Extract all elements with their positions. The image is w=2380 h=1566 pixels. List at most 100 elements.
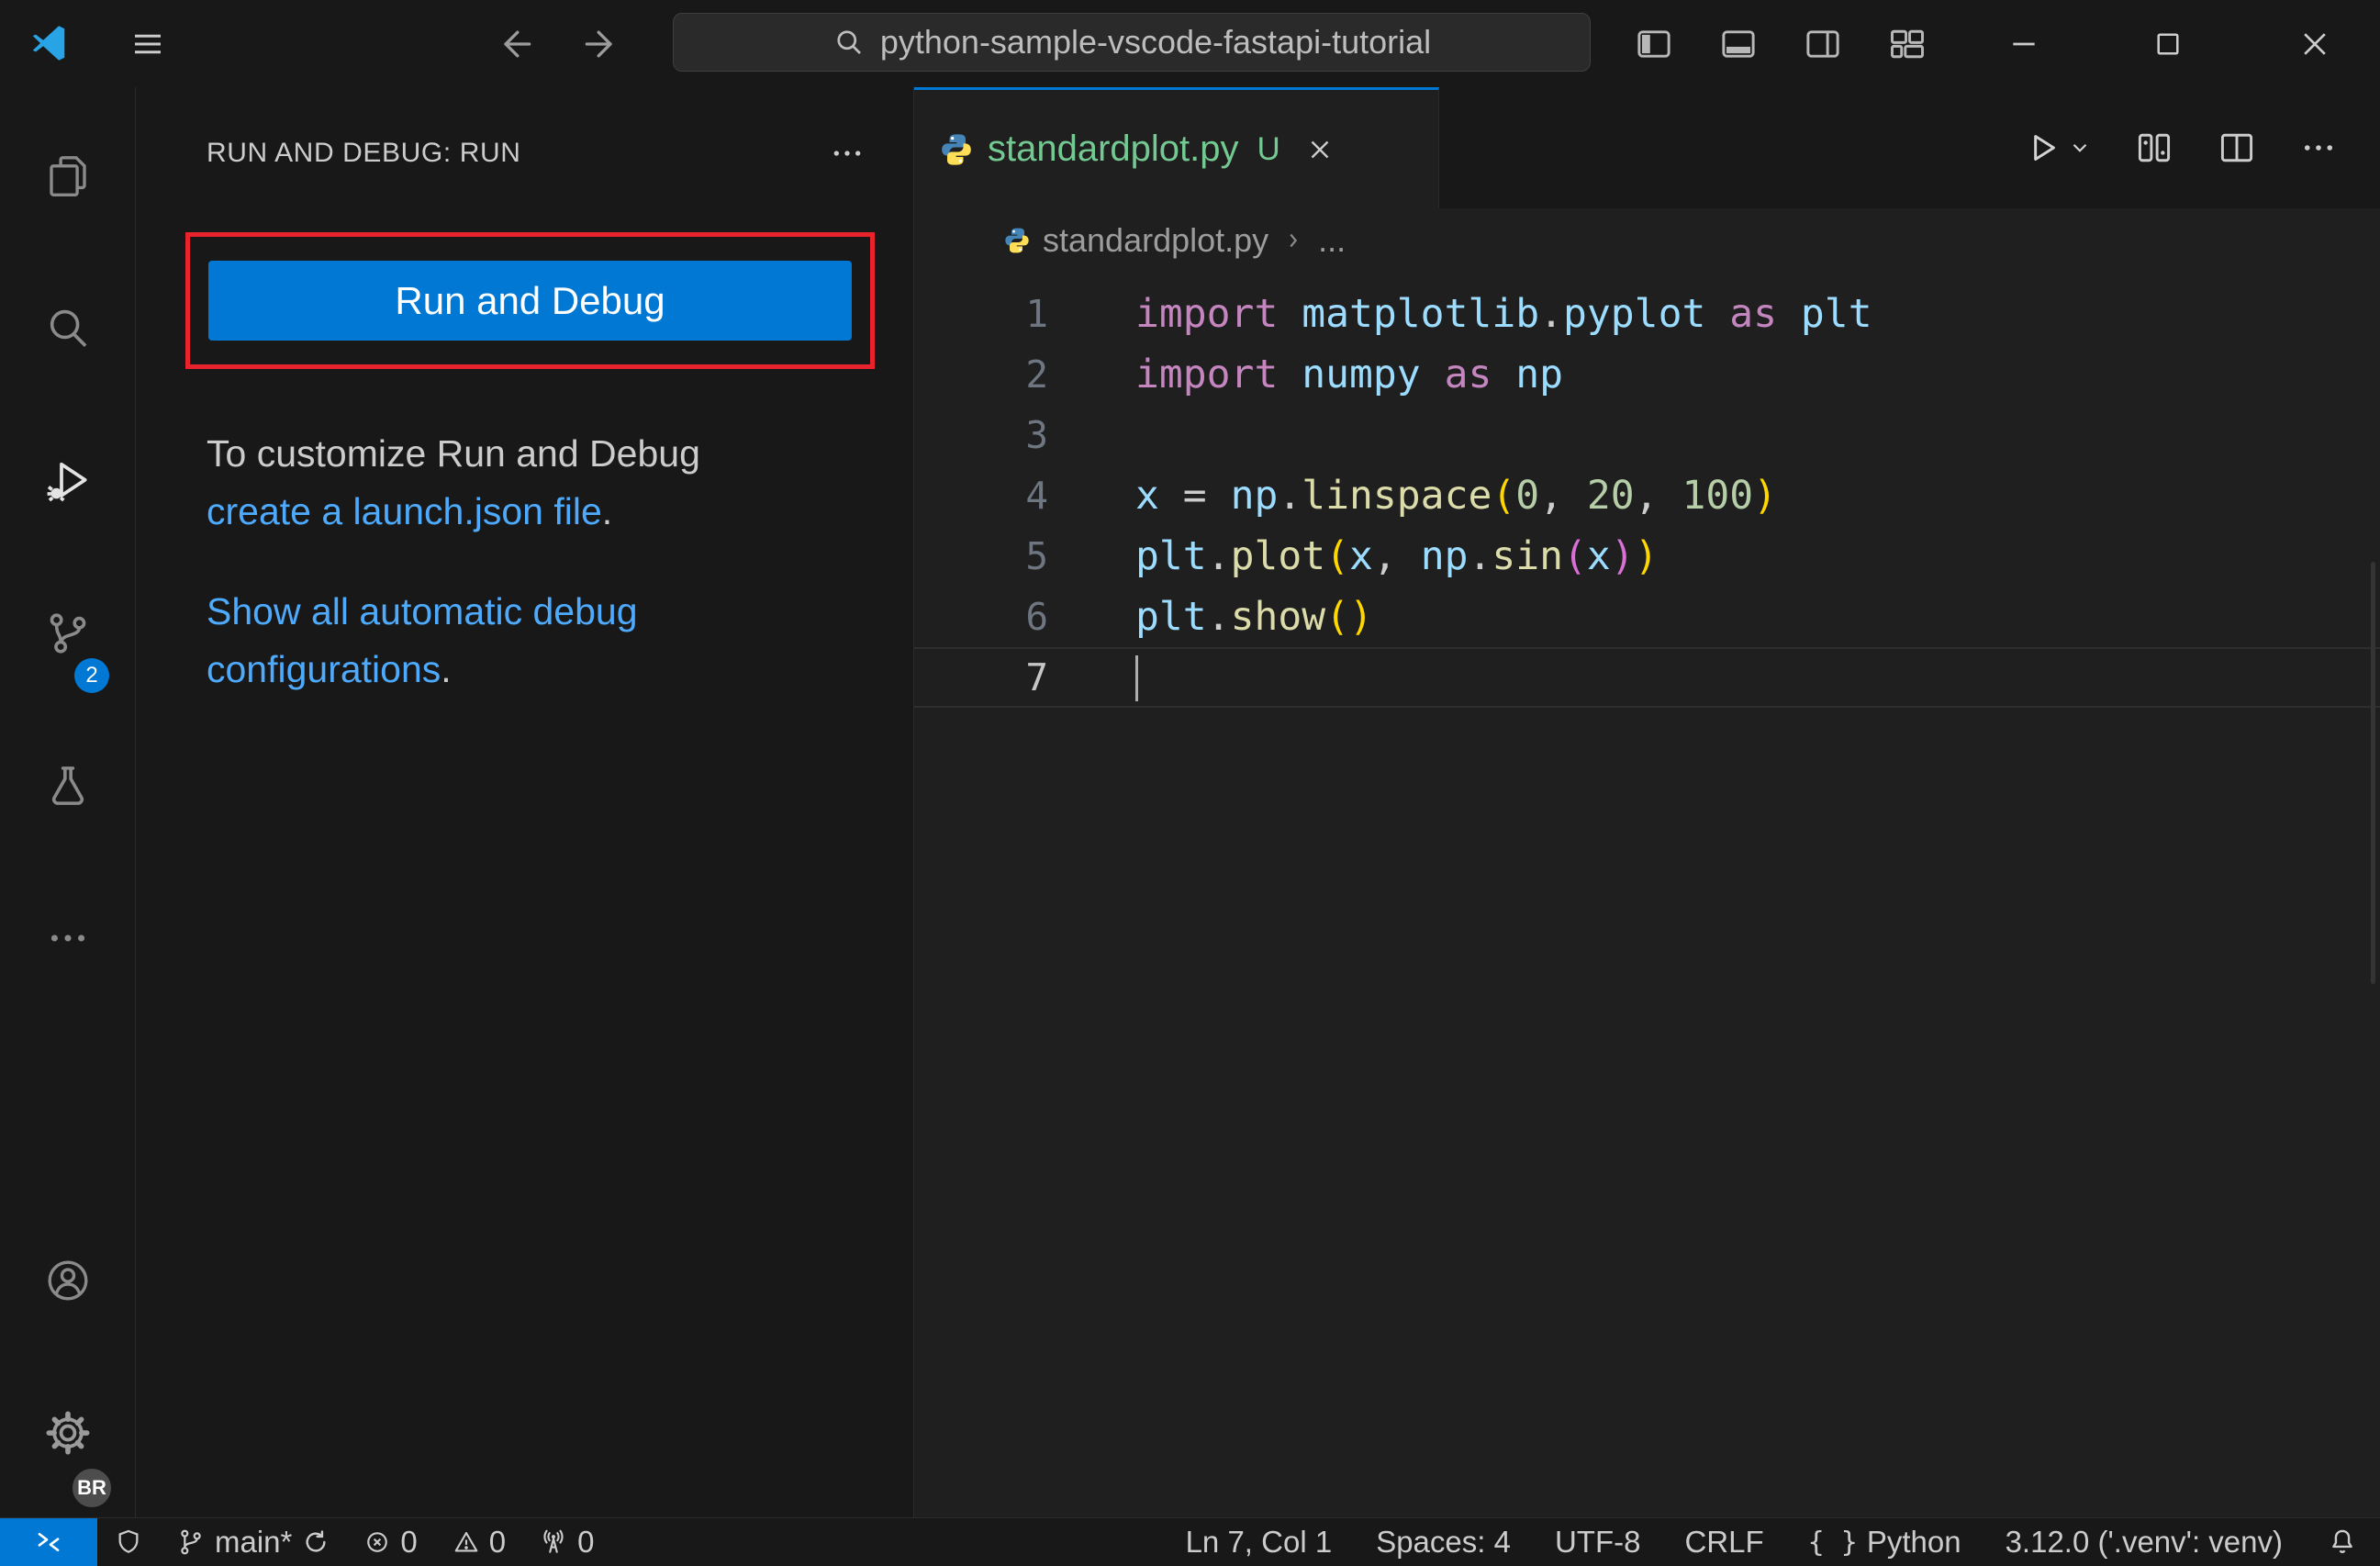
title-bar: python-sample-vscode-fastapi-tutorial: [0, 0, 2380, 88]
warnings-icon: [453, 1528, 480, 1556]
sidebar-item-explorer[interactable]: [0, 100, 135, 252]
sidebar-item-source-control[interactable]: 2: [0, 557, 135, 710]
sync-icon: [301, 1527, 330, 1557]
editor-scrollbar[interactable]: [2371, 562, 2375, 984]
remote-indicator-button[interactable]: [0, 1518, 97, 1566]
activity-bar: 2 BR: [0, 87, 136, 1518]
code-line[interactable]: 5 plt.plot(x, np.sin(x)): [914, 526, 2380, 587]
go-forward-icon[interactable]: [580, 24, 620, 64]
line-number[interactable]: 5: [914, 534, 1048, 578]
radio-tower-icon: [539, 1527, 568, 1557]
encoding-button[interactable]: UTF-8: [1533, 1518, 1663, 1566]
code-text[interactable]: [1048, 654, 1138, 702]
indentation-button[interactable]: Spaces: 4: [1354, 1518, 1533, 1566]
go-back-icon[interactable]: [496, 24, 536, 64]
ellipsis-icon: [45, 915, 91, 961]
tab-bar: standardplot.py U: [914, 87, 2380, 208]
git-branch-button[interactable]: main*: [160, 1518, 347, 1566]
branch-name: main*: [215, 1525, 293, 1559]
breadcrumb-chevron-icon: [1281, 229, 1305, 252]
code-line[interactable]: 4x = np.linspace(0, 20, 100): [914, 465, 2380, 526]
toggle-sidebar-icon[interactable]: [1634, 24, 1674, 64]
code-lines: 1 import matplotlib.pyplot as plt 2 import …: [914, 273, 2380, 708]
source-control-badge: 2: [74, 658, 109, 693]
panel-title: RUN AND DEBUG: RUN: [207, 138, 521, 168]
ports-button[interactable]: 0: [522, 1518, 610, 1566]
editor-group: standardplot.py U standardplot.py ... 1 …: [914, 87, 2380, 1518]
sidebar-item-search[interactable]: [0, 252, 135, 405]
search-icon: [832, 26, 866, 59]
tab-standardplot-py[interactable]: standardplot.py U: [914, 87, 1439, 208]
customize-layout-icon[interactable]: [1887, 24, 1927, 64]
sidebar-item-settings[interactable]: BR: [0, 1357, 135, 1509]
window-maximize-button[interactable]: [2117, 0, 2218, 87]
account-icon: [43, 1256, 93, 1305]
python-file-icon: [938, 131, 975, 168]
annotation-rectangle: Run and Debug: [185, 232, 875, 369]
open-changes-icon[interactable]: [2134, 128, 2174, 168]
line-number[interactable]: 7: [914, 655, 1048, 699]
problems-button[interactable]: 0 0: [347, 1518, 522, 1566]
code-line[interactable]: 7: [914, 647, 2380, 708]
sidebar-item-run-and-debug[interactable]: [0, 405, 135, 557]
editor-actions: [2022, 87, 2380, 208]
activity-bar-more-button[interactable]: [0, 862, 135, 1014]
shield-icon: [114, 1527, 143, 1557]
menu-hamburger-icon[interactable]: [128, 25, 167, 63]
create-launch-json-link[interactable]: create a launch.json file: [207, 490, 602, 532]
line-number[interactable]: 1: [914, 292, 1048, 336]
explorer-icon: [43, 151, 93, 201]
errors-icon: [363, 1528, 391, 1556]
remote-icon: [34, 1527, 63, 1557]
code-text[interactable]: import matplotlib.pyplot as plt: [1048, 291, 1872, 337]
breadcrumb: standardplot.py ...: [914, 208, 2380, 273]
code-line[interactable]: 1 import matplotlib.pyplot as plt: [914, 284, 2380, 344]
braces-icon: { }: [1807, 1526, 1858, 1559]
sidebar-item-testing[interactable]: [0, 710, 135, 862]
code-text[interactable]: plt.show(): [1048, 594, 1373, 640]
panel-more-actions-icon[interactable]: [829, 135, 866, 172]
profile-initials-badge[interactable]: BR: [71, 1467, 113, 1509]
code-line[interactable]: 3: [914, 405, 2380, 465]
text-cursor: [1135, 655, 1138, 702]
code-line[interactable]: 2 import numpy as np: [914, 344, 2380, 405]
workspace-trust-button[interactable]: [97, 1518, 160, 1566]
cursor-position-button[interactable]: Ln 7, Col 1: [1164, 1518, 1355, 1566]
split-editor-icon[interactable]: [2217, 128, 2257, 168]
search-icon: [43, 304, 93, 353]
code-line[interactable]: 6 plt.show(): [914, 587, 2380, 647]
line-number[interactable]: 3: [914, 413, 1048, 457]
eol-button[interactable]: CRLF: [1662, 1518, 1785, 1566]
line-number[interactable]: 4: [914, 474, 1048, 518]
code-text[interactable]: x = np.linspace(0, 20, 100): [1048, 473, 1777, 519]
window-minimize-button[interactable]: [1973, 0, 2074, 87]
tab-git-status-badge: U: [1257, 130, 1280, 167]
tab-close-icon[interactable]: [1304, 134, 1335, 165]
run-python-file-button[interactable]: [2022, 128, 2092, 168]
editor-more-actions-icon[interactable]: [2299, 129, 2338, 167]
notifications-button[interactable]: [2305, 1518, 2380, 1566]
breadcrumb-symbol-more[interactable]: ...: [1318, 221, 1346, 260]
command-center-text: python-sample-vscode-fastapi-tutorial: [879, 23, 1432, 61]
code-text[interactable]: plt.plot(x, np.sin(x)): [1048, 533, 1659, 579]
python-interpreter-button[interactable]: 3.12.0 ('.venv': venv): [1983, 1518, 2305, 1566]
run-dropdown-chevron-icon[interactable]: [2068, 136, 2092, 160]
line-number[interactable]: 6: [914, 595, 1048, 639]
show-debug-configurations-link[interactable]: Show all automatic debug configurations: [207, 590, 638, 690]
language-mode-button[interactable]: { } Python: [1786, 1518, 1983, 1566]
breadcrumb-file[interactable]: standardplot.py: [1002, 221, 1268, 260]
errors-count: 0: [400, 1525, 418, 1559]
command-center-search[interactable]: python-sample-vscode-fastapi-tutorial: [673, 13, 1591, 72]
ports-count: 0: [577, 1525, 595, 1559]
toggle-secondary-sidebar-icon[interactable]: [1803, 24, 1843, 64]
layout-controls: [1634, 0, 1927, 87]
toggle-panel-icon[interactable]: [1718, 24, 1759, 64]
run-and-debug-button[interactable]: Run and Debug: [208, 261, 852, 341]
customize-hint-line: To customize Run and Debug: [207, 432, 700, 475]
sidebar-item-accounts[interactable]: [0, 1204, 135, 1357]
code-text[interactable]: import numpy as np: [1048, 352, 1563, 397]
line-number[interactable]: 2: [914, 352, 1048, 397]
customize-hint-text: To customize Run and Debug create a laun…: [207, 425, 794, 541]
window-close-button[interactable]: [2264, 0, 2365, 87]
show-configurations-text: Show all automatic debug configurations.: [207, 590, 638, 690]
